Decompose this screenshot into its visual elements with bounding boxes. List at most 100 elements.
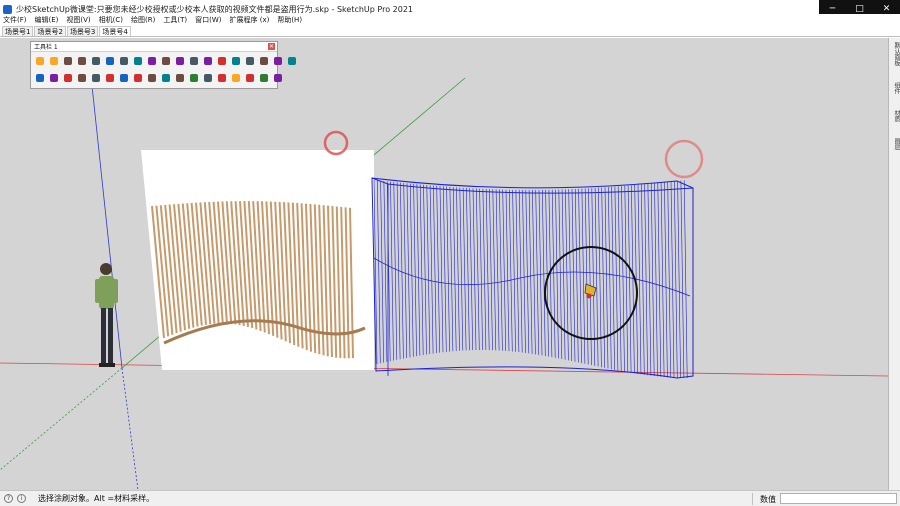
model-slat bbox=[489, 189, 493, 351]
style-icon[interactable] bbox=[258, 72, 270, 84]
text-icon[interactable] bbox=[202, 55, 214, 67]
scale-figure-person[interactable] bbox=[95, 263, 118, 367]
drape-icon[interactable] bbox=[62, 72, 74, 84]
toolbar-close-button[interactable]: ✕ bbox=[268, 43, 275, 50]
model-slat bbox=[558, 189, 563, 360]
toolbar-title-bar[interactable]: 工具栏 1 bbox=[31, 42, 277, 52]
model-slat bbox=[403, 182, 407, 358]
sandbox-icon[interactable] bbox=[258, 55, 270, 67]
reference-image[interactable] bbox=[141, 150, 374, 370]
tray-tab-default[interactable]: 默认面板 bbox=[890, 42, 900, 66]
scene-tabs: 场景号1 场景号2 场景号3 场景号4 bbox=[0, 25, 900, 37]
menu-help[interactable]: 帮助(H) bbox=[277, 15, 302, 25]
scene-tab-1[interactable]: 场景号1 bbox=[2, 26, 34, 36]
model-slat bbox=[443, 186, 447, 352]
measurements-input[interactable] bbox=[780, 493, 897, 504]
model-slat bbox=[617, 186, 622, 372]
model-slat bbox=[482, 188, 487, 351]
model-slat bbox=[555, 189, 559, 359]
scene-tab-4[interactable]: 场景号4 bbox=[99, 26, 131, 36]
model-slat bbox=[393, 181, 398, 360]
tape-icon[interactable] bbox=[160, 55, 172, 67]
floating-toolbar[interactable]: 工具栏 1 ✕ bbox=[30, 41, 296, 89]
move-icon[interactable] bbox=[132, 55, 144, 67]
scene-tab-2[interactable]: 场景号2 bbox=[34, 26, 66, 36]
scale-icon[interactable] bbox=[272, 72, 284, 84]
pushpull-icon[interactable] bbox=[146, 55, 158, 67]
menu-extensions[interactable]: 扩展程序 (x) bbox=[229, 15, 269, 25]
model-slat bbox=[614, 186, 619, 371]
model-slat bbox=[624, 185, 629, 373]
toolbar-row-1 bbox=[34, 55, 300, 67]
3dtext-icon[interactable] bbox=[202, 72, 214, 84]
model-slat bbox=[426, 185, 431, 355]
selected-slat-model[interactable] bbox=[371, 177, 694, 379]
solid-icon[interactable] bbox=[244, 55, 256, 67]
model-slat bbox=[449, 186, 454, 352]
orbit-icon[interactable] bbox=[272, 55, 284, 67]
scene-tab-3[interactable]: 场景号3 bbox=[66, 26, 99, 36]
push-icon[interactable] bbox=[34, 72, 46, 84]
model-slat bbox=[416, 184, 421, 356]
xray-icon[interactable] bbox=[230, 72, 242, 84]
menu-view[interactable]: 视图(V) bbox=[66, 15, 90, 25]
detail-icon[interactable] bbox=[132, 72, 144, 84]
model-slat bbox=[509, 189, 513, 352]
eraser-icon[interactable] bbox=[90, 55, 102, 67]
model-slat bbox=[466, 187, 470, 351]
model-slat bbox=[611, 186, 615, 370]
tray-tab-materials[interactable]: 材质 bbox=[890, 110, 900, 122]
model-slat bbox=[462, 187, 467, 351]
dimension-icon[interactable] bbox=[188, 55, 200, 67]
stamp-icon[interactable] bbox=[48, 72, 60, 84]
model-slat bbox=[641, 184, 645, 375]
smoove-icon[interactable] bbox=[76, 72, 88, 84]
warehouse-icon[interactable] bbox=[174, 72, 186, 84]
menu-edit[interactable]: 编辑(E) bbox=[35, 15, 59, 25]
hidden-icon[interactable] bbox=[244, 72, 256, 84]
section-icon[interactable] bbox=[230, 55, 242, 67]
model-slat bbox=[413, 183, 417, 357]
model-slat bbox=[410, 183, 414, 357]
menu-camera[interactable]: 相机(C) bbox=[99, 15, 123, 25]
model-slat bbox=[423, 184, 427, 355]
axes-icon[interactable] bbox=[216, 55, 228, 67]
component-icon[interactable] bbox=[62, 55, 74, 67]
lock-icon[interactable] bbox=[188, 72, 200, 84]
model-slat bbox=[601, 187, 605, 368]
model-slat bbox=[683, 180, 688, 378]
menu-tools[interactable]: 工具(T) bbox=[163, 15, 187, 25]
model-slat bbox=[492, 189, 497, 351]
model-slat bbox=[390, 181, 394, 361]
menu-window[interactable]: 窗口(W) bbox=[195, 15, 221, 25]
model-slat bbox=[436, 185, 440, 353]
model-slat bbox=[452, 187, 457, 352]
tray-tab-components[interactable]: 组件 bbox=[890, 82, 900, 94]
sculpt-icon[interactable] bbox=[160, 72, 172, 84]
model-canvas[interactable] bbox=[0, 38, 888, 490]
menu-file[interactable]: 文件(F) bbox=[3, 15, 27, 25]
model-slat bbox=[647, 183, 652, 376]
pan-icon[interactable] bbox=[286, 55, 298, 67]
protractor-icon[interactable] bbox=[174, 55, 186, 67]
rotate-icon[interactable] bbox=[76, 55, 88, 67]
tray-tab-layers[interactable]: 图层 bbox=[890, 138, 900, 150]
model-slat bbox=[512, 189, 516, 352]
addprofile-icon[interactable] bbox=[118, 72, 130, 84]
paint-icon[interactable] bbox=[104, 55, 116, 67]
help-icon[interactable]: ? bbox=[4, 494, 13, 503]
arc-icon[interactable] bbox=[48, 55, 60, 67]
flip-icon[interactable] bbox=[104, 72, 116, 84]
extrude-icon[interactable] bbox=[146, 72, 158, 84]
select-icon[interactable] bbox=[34, 55, 46, 67]
model-slat bbox=[654, 183, 658, 377]
model-slat bbox=[380, 180, 384, 363]
model-slat bbox=[598, 187, 602, 368]
model-slat bbox=[429, 185, 434, 354]
drawing-viewport[interactable] bbox=[0, 38, 888, 490]
menu-draw[interactable]: 绘图(R) bbox=[131, 15, 155, 25]
ruby-icon[interactable] bbox=[216, 72, 228, 84]
info-icon[interactable]: i bbox=[17, 494, 26, 503]
drape2-icon[interactable] bbox=[90, 72, 102, 84]
followme-icon[interactable] bbox=[118, 55, 130, 67]
